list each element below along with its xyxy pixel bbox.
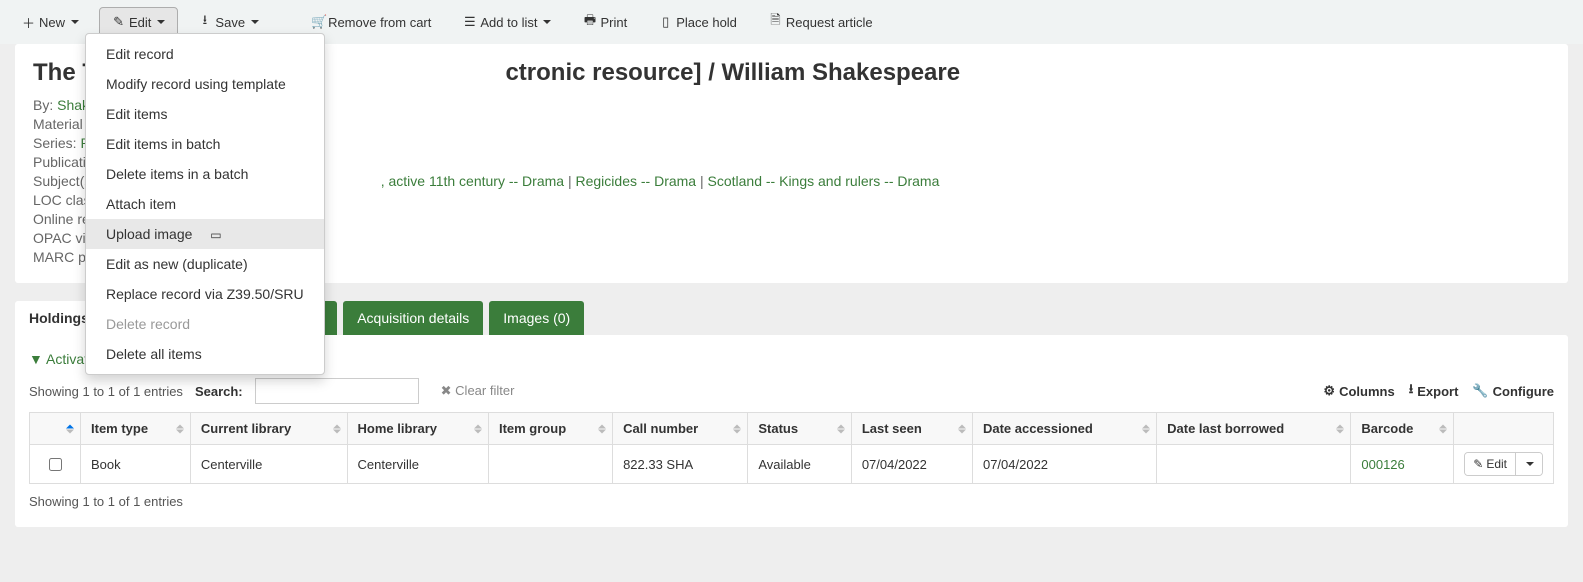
record-title-right: ctronic resource] / William Shakespeare (505, 59, 960, 86)
wrench-icon: 🔧 (1472, 383, 1488, 399)
download-icon: ⭳ (198, 11, 211, 33)
print-label: Print (600, 15, 627, 30)
cell-current-library: Centerville (190, 445, 347, 484)
subject-fragment-1[interactable]: , active 11th century -- Drama (381, 173, 564, 189)
request-article-label: Request article (786, 15, 873, 30)
col-date-last-borrowed[interactable]: Date last borrowed (1157, 413, 1351, 445)
row-edit-dropdown[interactable] (1515, 453, 1542, 475)
col-item-group[interactable]: Item group (488, 413, 612, 445)
sort-asc-icon (66, 424, 74, 428)
footer-showing: Showing 1 to 1 of 1 entries (29, 494, 1554, 509)
col-barcode[interactable]: Barcode (1351, 413, 1454, 445)
remove-cart-label: Remove from cart (328, 15, 431, 30)
x-icon: ✖ (441, 383, 452, 398)
menu-delete-all-items[interactable]: Delete all items (86, 339, 324, 369)
sort-desc-icon (66, 429, 74, 433)
cell-last-seen: 07/04/2022 (851, 445, 972, 484)
pencil-icon: ✎ (112, 14, 125, 30)
menu-delete-items-batch[interactable]: Delete items in a batch (86, 159, 324, 189)
request-article-button[interactable]: 🗎 Request article (757, 5, 885, 39)
cursor-icon: ▭ (210, 228, 221, 242)
caret-icon (71, 20, 79, 24)
new-label: New (39, 15, 65, 30)
col-checkbox[interactable] (30, 413, 81, 445)
cell-call-number: 822.33 SHA (613, 445, 748, 484)
caret-icon (251, 20, 259, 24)
edit-dropdown-menu: Edit record Modify record using template… (85, 33, 325, 375)
cell-status: Available (748, 445, 851, 484)
print-icon: 🖶 (583, 11, 596, 33)
subject-link-2[interactable]: Regicides -- Drama (576, 173, 697, 189)
holdings-table: Item type Current library Home library I… (29, 412, 1554, 484)
pencil-icon: ✎ (1473, 457, 1483, 471)
menu-edit-items[interactable]: Edit items (86, 99, 324, 129)
clear-filter-button[interactable]: ✖ Clear filter (441, 383, 515, 399)
add-list-label: Add to list (480, 15, 537, 30)
subject-link-3[interactable]: Scotland -- Kings and rulers -- Drama (708, 173, 940, 189)
col-date-accessioned[interactable]: Date accessioned (972, 413, 1156, 445)
showing-entries: Showing 1 to 1 of 1 entries (29, 384, 183, 399)
hold-icon: ▯ (659, 14, 672, 30)
tab-images[interactable]: Images (0) (489, 301, 584, 335)
tab-acquisition[interactable]: Acquisition details (343, 301, 483, 335)
row-checkbox[interactable] (49, 458, 62, 471)
cart-icon: 🛒 (311, 14, 324, 30)
col-home-library[interactable]: Home library (347, 413, 488, 445)
menu-edit-record[interactable]: Edit record (86, 39, 324, 69)
new-button[interactable]: ＋ New (10, 7, 91, 38)
add-to-list-button[interactable]: ☰ Add to list (451, 8, 563, 36)
edit-label: Edit (129, 15, 151, 30)
article-icon: 🗎 (769, 11, 782, 33)
menu-delete-record: Delete record (86, 309, 324, 339)
gear-icon: ⚙ (1323, 383, 1335, 399)
filter-icon: ▼ (29, 351, 43, 367)
menu-modify-record-template[interactable]: Modify record using template (86, 69, 324, 99)
columns-button[interactable]: ⚙ Columns (1323, 380, 1394, 402)
series-label: Series: (33, 135, 77, 151)
cell-date-last-borrowed (1157, 445, 1351, 484)
export-icon: ⭳ (1409, 380, 1414, 402)
menu-edit-as-new[interactable]: Edit as new (duplicate) (86, 249, 324, 279)
plus-icon: ＋ (22, 13, 35, 32)
search-label: Search: (195, 384, 243, 399)
menu-edit-items-batch[interactable]: Edit items in batch (86, 129, 324, 159)
cell-item-type: Book (81, 445, 191, 484)
barcode-link[interactable]: 000126 (1361, 457, 1404, 472)
row-edit-button[interactable]: ✎ Edit (1465, 453, 1515, 475)
cell-item-group (488, 445, 612, 484)
search-input[interactable] (255, 378, 419, 404)
table-row: Book Centerville Centerville 822.33 SHA … (30, 445, 1554, 484)
col-status[interactable]: Status (748, 413, 851, 445)
caret-icon (157, 20, 165, 24)
caret-icon (543, 20, 551, 24)
place-hold-button[interactable]: ▯ Place hold (647, 8, 749, 36)
configure-button[interactable]: 🔧 Configure (1472, 380, 1554, 402)
col-current-library[interactable]: Current library (190, 413, 347, 445)
by-label: By: (33, 97, 53, 113)
list-icon: ☰ (463, 14, 476, 30)
cell-date-accessioned: 07/04/2022 (972, 445, 1156, 484)
col-call-number[interactable]: Call number (613, 413, 748, 445)
cell-barcode: 000126 (1351, 445, 1454, 484)
export-button[interactable]: ⭳ Export (1409, 380, 1459, 402)
place-hold-label: Place hold (676, 15, 737, 30)
col-item-type[interactable]: Item type (81, 413, 191, 445)
menu-attach-item[interactable]: Attach item (86, 189, 324, 219)
menu-upload-image[interactable]: Upload image ▭ (86, 219, 324, 249)
menu-replace-z3950[interactable]: Replace record via Z39.50/SRU (86, 279, 324, 309)
print-button[interactable]: 🖶 Print (571, 5, 639, 39)
menu-upload-image-label: Upload image (106, 226, 192, 242)
remove-from-cart-button[interactable]: 🛒 Remove from cart (299, 8, 443, 36)
col-actions (1454, 413, 1554, 445)
caret-icon (1526, 462, 1534, 466)
col-last-seen[interactable]: Last seen (851, 413, 972, 445)
save-label: Save (215, 15, 245, 30)
row-edit-button-group: ✎ Edit (1464, 452, 1543, 476)
cell-home-library: Centerville (347, 445, 488, 484)
